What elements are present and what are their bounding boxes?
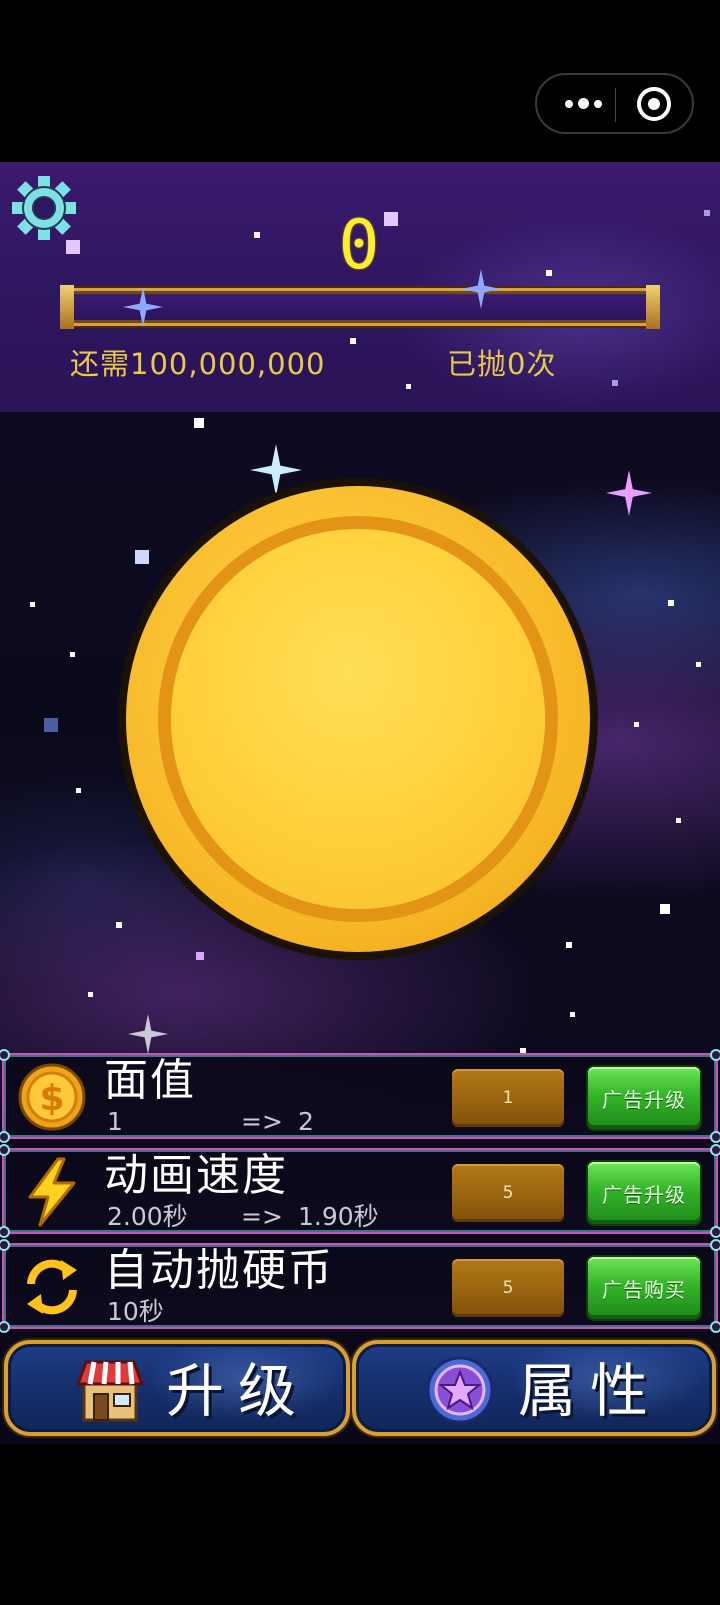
star-decoration [546,270,552,276]
upgrade-row-auto-flip: 自动抛硬币 10秒 5 广告购买 [0,1239,720,1333]
star-decoration [612,380,618,386]
star-badge-icon [426,1356,494,1424]
close-target-icon[interactable] [637,87,671,121]
capsule-divider [615,88,616,122]
upgrade-arrow: => [241,1202,283,1231]
upgrade-row-face-value: $ 面值 1 => 2 1 广告升级 [0,1049,720,1143]
sparkle-icon [128,1014,168,1054]
coin-face [171,529,545,909]
refresh-cycle-icon [14,1251,90,1323]
star-decoration [696,662,701,667]
star-decoration [30,602,35,607]
star-decoration [116,922,122,928]
sparkle-icon [123,287,163,327]
upgrade-title: 自动抛硬币 [104,1245,334,1296]
upgrade-current-value: 10秒 [107,1297,164,1326]
progress-cap-right [646,285,660,329]
shop-icon [75,1360,145,1422]
star-decoration [566,942,572,948]
lightning-icon [14,1156,90,1228]
star-decoration [66,240,80,254]
star-decoration [76,788,81,793]
score-hud: 0 还需100,000,000 已抛0次 [0,162,720,412]
star-decoration [196,952,204,960]
attributes-tab-button[interactable]: 属性 [352,1340,716,1436]
gold-coin[interactable] [118,478,598,960]
sparkle-icon [606,470,652,516]
game-area: 0 还需100,000,000 已抛0次 $ 面值 1 => 2 1 广告升级 … [0,162,720,1444]
upgrade-current-value: 1 [107,1107,123,1136]
goal-progress-bar [60,269,660,329]
attributes-tab-label: 属性 [518,1357,663,1425]
upgrade-cost-button[interactable]: 5 [452,1259,564,1317]
upgrade-title: 面值 [104,1055,196,1106]
ad-upgrade-button[interactable]: 广告升级 [588,1162,700,1224]
star-decoration [70,652,75,657]
star-decoration [634,722,639,727]
star-decoration [704,210,710,216]
upgrade-cost-button[interactable]: 5 [452,1164,564,1222]
upgrade-arrow: => [241,1107,283,1136]
upgrade-tab-button[interactable]: 升级 [4,1340,350,1436]
star-decoration [406,384,411,389]
star-decoration [570,1012,575,1017]
star-decoration [676,818,681,823]
upgrade-row-animation-speed: 动画速度 2.00秒 => 1.90秒 5 广告升级 [0,1144,720,1238]
upgrade-cost-button[interactable]: 1 [452,1069,564,1127]
score-counter: 0 [338,206,382,285]
upgrade-current-value: 2.00秒 [107,1202,188,1231]
star-decoration [668,600,674,606]
upgrade-tab-label: 升级 [166,1357,311,1425]
ad-purchase-button[interactable]: 广告购买 [588,1257,700,1319]
star-decoration [44,718,58,732]
star-decoration [194,418,204,428]
upgrade-next-value: 2 [298,1107,314,1136]
upgrade-title: 动画速度 [104,1150,288,1201]
dollar-coin-icon: $ [14,1061,90,1133]
star-decoration [88,992,93,997]
throw-count-text: 已抛0次 [447,347,557,381]
more-options-icon[interactable] [559,75,607,132]
top-bar [0,0,720,162]
remaining-goal-text: 还需100,000,000 [70,347,326,381]
svg-text:$: $ [39,1078,64,1119]
star-decoration [135,550,149,564]
bottom-safe-area [0,1444,720,1605]
upgrade-next-value: 1.90秒 [298,1202,379,1231]
miniprogram-capsule [535,73,694,134]
star-decoration [660,904,670,914]
sparkle-icon [461,269,501,309]
ad-upgrade-button[interactable]: 广告升级 [588,1067,700,1129]
game-screen: 0 还需100,000,000 已抛0次 $ 面值 1 => 2 1 广告升级 … [0,0,720,1605]
settings-gear-icon[interactable] [10,174,78,242]
progress-cap-left [60,285,74,329]
star-decoration [350,338,356,344]
